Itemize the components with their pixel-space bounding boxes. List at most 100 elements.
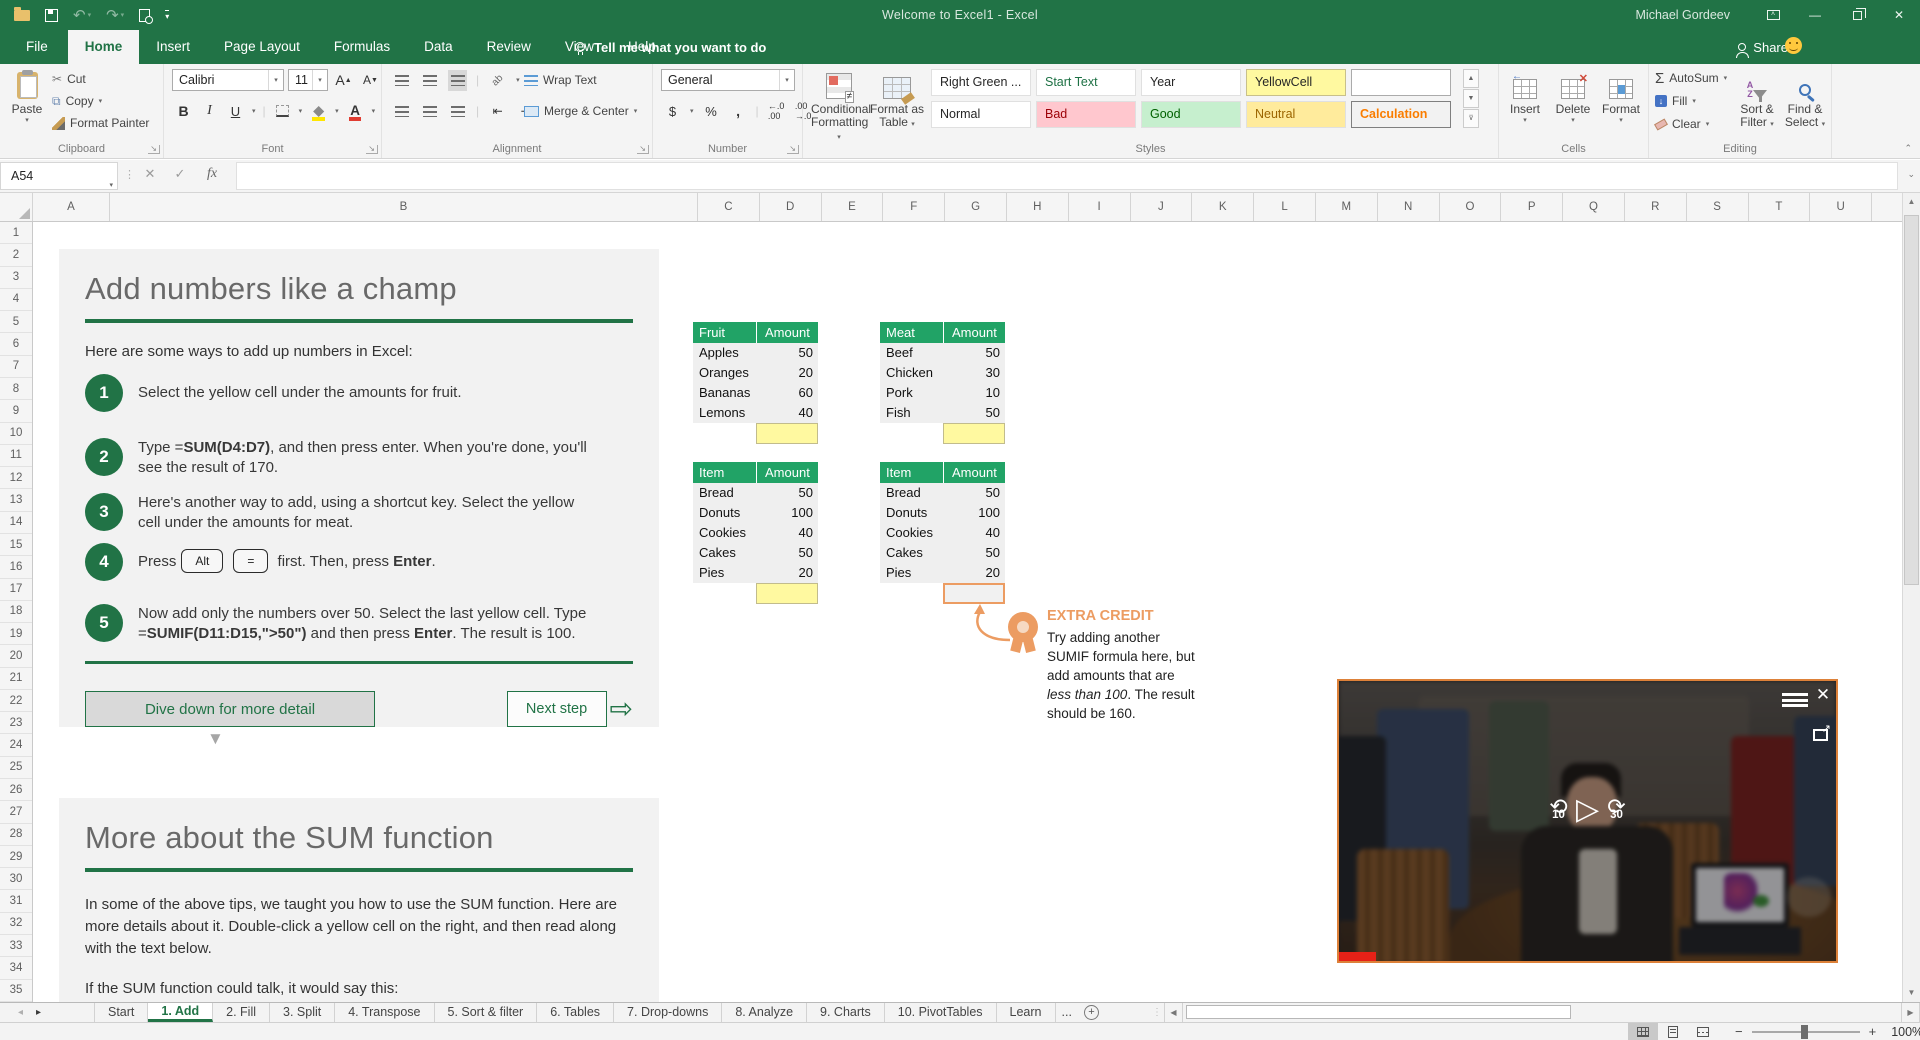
feedback-smiley-icon[interactable] [1785, 37, 1802, 54]
style-chip-good[interactable]: Good [1141, 101, 1241, 128]
restore-icon[interactable] [1836, 0, 1878, 30]
vertical-scrollbar[interactable]: ▲ ▼ [1902, 193, 1920, 1002]
table-row[interactable]: Fish 50 [880, 403, 1005, 423]
row-header-21[interactable]: 21 [0, 668, 32, 690]
table-item-left[interactable]: Item Amount Bread 50 Donuts 100 Cookies 40 Cakes… [693, 462, 818, 604]
alignment-dialog-launcher-icon[interactable]: ↘ [637, 145, 649, 154]
middle-align-icon[interactable] [420, 70, 439, 91]
column-header-H[interactable]: H [1007, 193, 1069, 221]
sort-filter-button[interactable]: AZ Sort & Filter ▾ [1735, 67, 1779, 131]
video-popout-icon[interactable] [1813, 722, 1831, 741]
row-header-32[interactable]: 32 [0, 913, 32, 935]
enter-icon[interactable]: ✓ [168, 166, 192, 182]
format-painter-button[interactable]: Format Painter [52, 113, 149, 133]
column-header-T[interactable]: T [1749, 193, 1811, 221]
column-header-F[interactable]: F [883, 193, 946, 221]
zoom-level[interactable]: 100% [1891, 1025, 1920, 1039]
expand-formula-bar-icon[interactable]: ⌄ [1907, 169, 1915, 180]
sheet-tab-5-sort-filter[interactable]: 5. Sort & filter [435, 1003, 538, 1022]
row-header-10[interactable]: 10 [0, 423, 32, 445]
align-right-icon[interactable] [448, 101, 467, 122]
table-row[interactable]: Donuts 100 [880, 503, 1005, 523]
align-left-icon[interactable] [392, 101, 411, 122]
sheet-tab-10-pivottables[interactable]: 10. PivotTables [885, 1003, 997, 1022]
style-chip-right-green-[interactable]: Right Green ... [931, 69, 1031, 96]
zoom-slider[interactable] [1751, 1024, 1860, 1039]
table-row[interactable]: Bread 50 [880, 483, 1005, 503]
table-row[interactable]: Apples 50 [693, 343, 818, 363]
row-header-22[interactable]: 22 [0, 690, 32, 713]
ribbon-tab-file[interactable]: File [6, 30, 68, 64]
font-color-icon[interactable]: A [346, 101, 365, 122]
bold-button[interactable]: B [174, 101, 193, 122]
minimize-icon[interactable]: — [1794, 0, 1836, 30]
column-header-G[interactable]: G [945, 193, 1007, 221]
find-select-button[interactable]: Find & Select ▾ [1782, 67, 1828, 131]
clipboard-dialog-launcher-icon[interactable]: ↘ [148, 145, 160, 154]
rewind-10-button[interactable]: ⟲ 10 [1542, 796, 1576, 822]
next-step-button[interactable]: Next step [506, 691, 607, 727]
merge-center-button[interactable]: Merge & Center ▾ [524, 101, 637, 121]
cancel-icon[interactable]: ✕ [138, 166, 162, 182]
style-chip-normal[interactable]: Normal [931, 101, 1031, 128]
row-header-11[interactable]: 11 [0, 445, 32, 468]
percent-style-icon[interactable]: % [702, 101, 721, 122]
ribbon-tab-formulas[interactable]: Formulas [317, 30, 407, 64]
row-header-27[interactable]: 27 [0, 801, 32, 824]
italic-button[interactable]: I [200, 101, 219, 122]
row-header-23[interactable]: 23 [0, 712, 32, 735]
top-align-icon[interactable] [392, 70, 411, 91]
ribbon-tab-review[interactable]: Review [470, 30, 548, 64]
table-row[interactable]: Cakes 50 [880, 543, 1005, 563]
dive-down-button[interactable]: Dive down for more detail [85, 691, 375, 727]
align-center-icon[interactable] [420, 101, 439, 122]
scroll-down-icon[interactable]: ▼ [1903, 984, 1920, 1002]
row-header-25[interactable]: 25 [0, 757, 32, 780]
font-family-select[interactable]: Calibri ▾ [172, 69, 284, 91]
ribbon-tab-insert[interactable]: Insert [139, 30, 207, 64]
fill-color-icon[interactable]: ◆ [309, 101, 328, 122]
format-as-table-button[interactable]: Format as Table ▾ [869, 67, 925, 131]
format-cells-button[interactable]: Format ▾ [1599, 67, 1643, 124]
decrease-indent-icon[interactable]: ⇤ [488, 101, 507, 122]
row-header-18[interactable]: 18 [0, 601, 32, 624]
increase-font-icon[interactable]: A ▲ [334, 70, 353, 91]
normal-view-icon[interactable] [1628, 1023, 1658, 1040]
video-player[interactable]: ✕ ⟲ 10 ▷ ⟳ 30 [1337, 679, 1838, 963]
row-header-3[interactable]: 3 [0, 267, 32, 289]
accounting-format-icon[interactable]: $ [663, 101, 682, 122]
column-header-Q[interactable]: Q [1563, 193, 1625, 221]
tab-scroll-left-icon[interactable]: ◂ [18, 1007, 23, 1018]
sheet-tab-2-fill[interactable]: 2. Fill [213, 1003, 271, 1022]
select-all-corner[interactable] [0, 193, 33, 221]
sheet-tab-start[interactable]: Start [94, 1003, 149, 1022]
ribbon-tab-home[interactable]: Home [67, 30, 140, 64]
sheet-tab-3-split[interactable]: 3. Split [270, 1003, 336, 1022]
row-header-15[interactable]: 15 [0, 534, 32, 557]
column-header-R[interactable]: R [1625, 193, 1687, 221]
borders-icon[interactable] [273, 101, 292, 122]
row-header-29[interactable]: 29 [0, 846, 32, 869]
fill-button[interactable]: ↓ Fill ▾ [1655, 91, 1696, 111]
worksheet[interactable]: Add numbers like a champ Here are some w… [33, 222, 1902, 1002]
row-header-2[interactable]: 2 [0, 244, 32, 267]
row-header-20[interactable]: 20 [0, 645, 32, 668]
column-header-S[interactable]: S [1687, 193, 1749, 221]
collapse-ribbon-icon[interactable]: ⌃ [1904, 143, 1912, 154]
video-progress-bar[interactable] [1339, 952, 1376, 961]
sheet-tab-learn[interactable]: Learn [997, 1003, 1056, 1022]
table-item-right[interactable]: Item Amount Bread 50 Donuts 100 Cookies 40 Cakes… [880, 462, 1005, 604]
row-header-17[interactable]: 17 [0, 579, 32, 601]
number-dialog-launcher-icon[interactable]: ↘ [787, 145, 799, 154]
play-button[interactable]: ▷ [1576, 793, 1599, 827]
formula-bar-splitter[interactable]: ⋮ [124, 168, 135, 181]
table-row[interactable]: Donuts 100 [693, 503, 818, 523]
table-row[interactable]: Chicken 30 [880, 363, 1005, 383]
video-menu-icon[interactable] [1782, 693, 1808, 707]
scroll-right-icon[interactable]: ▶ [1901, 1003, 1920, 1022]
page-layout-view-icon[interactable] [1658, 1023, 1688, 1040]
wrap-text-button[interactable]: Wrap Text [524, 70, 597, 90]
column-header-C[interactable]: C [698, 193, 760, 221]
close-icon[interactable]: ✕ [1878, 0, 1920, 30]
increase-decimal-icon[interactable]: ←.0.00 [767, 101, 786, 122]
